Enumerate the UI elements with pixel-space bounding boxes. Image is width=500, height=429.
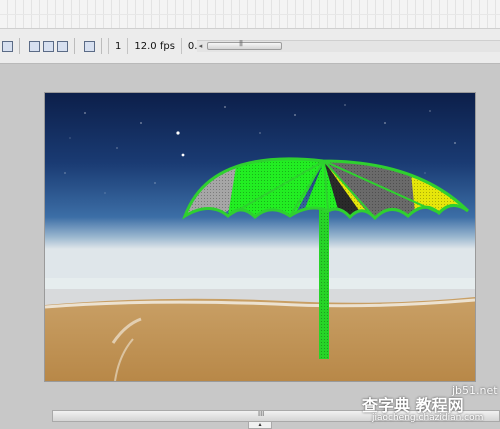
panel-collapse-button[interactable]: ▴ <box>248 421 272 429</box>
onion-outline-icon[interactable] <box>43 40 54 52</box>
scroll-grip-icon[interactable]: III <box>258 410 264 418</box>
toolbar-divider <box>19 38 20 54</box>
edit-multiple-frames-icon[interactable] <box>57 40 68 52</box>
stage-canvas[interactable] <box>45 93 475 381</box>
frame-rate-field[interactable]: 12.0 fps <box>127 38 181 54</box>
stage-artwork <box>45 93 475 381</box>
watermark-subtitle: jiaocheng.chazidian.com <box>372 413 484 423</box>
scroll-thumb[interactable] <box>207 40 282 50</box>
timeline-frames[interactable] <box>0 0 500 28</box>
frame-icon[interactable] <box>2 40 13 52</box>
toolbar-divider <box>74 38 75 54</box>
timeline-frame-grid <box>0 0 500 28</box>
scroll-left-arrow-icon[interactable]: ◂ <box>197 41 204 52</box>
marker-icon[interactable] <box>84 40 95 52</box>
current-frame-field[interactable]: 1 <box>108 38 127 54</box>
onion-skin-icon[interactable] <box>29 40 40 52</box>
toolbar-divider <box>101 38 102 54</box>
timeline-horizontal-scrollbar[interactable]: ◂ <box>197 40 500 52</box>
